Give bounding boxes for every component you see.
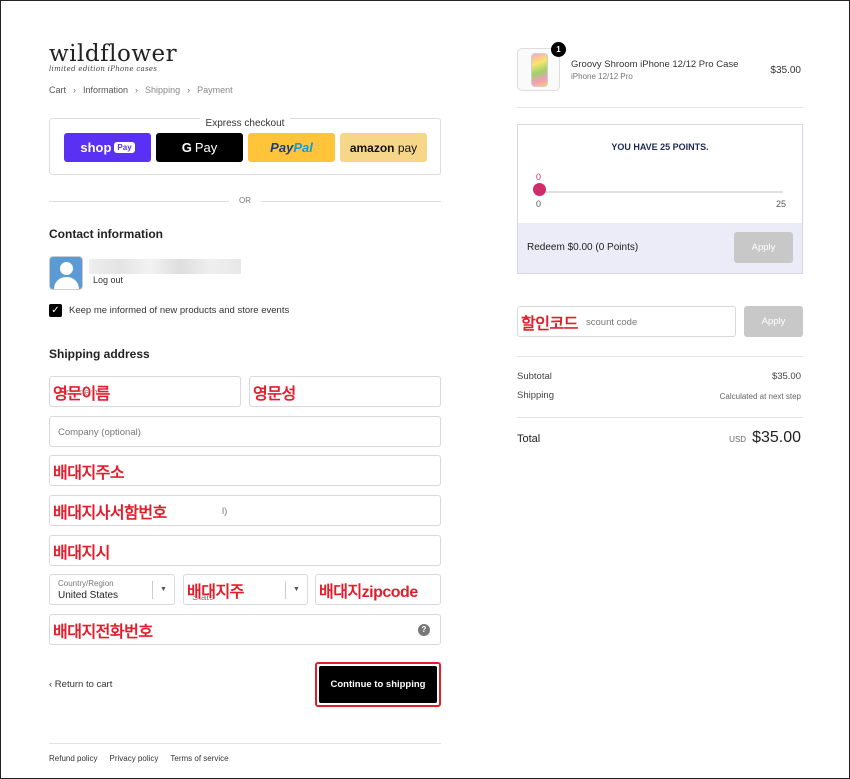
logout-link[interactable]: Log out [93,275,123,285]
product-thumbnail: 1 [517,42,566,91]
footer-links: Refund policy Privacy policy Terms of se… [49,754,229,763]
last-name-annotation: 영문성 [253,386,297,404]
zip-annotation: 배대지zipcode [319,584,419,602]
shipping-label: Shipping [517,390,554,401]
amazon-logo: amazon [349,140,395,155]
blurred-email [89,259,241,274]
total: USD $35.00 [729,429,801,447]
apartment-annotation: 배대지사서함번호 [53,505,168,523]
zip-field[interactable]: 배대지zipcode [315,574,441,605]
chevron-down-icon: ▼ [152,581,174,599]
state-select[interactable]: State 배대지주 ▼ [183,574,308,605]
paypal-button[interactable]: Pay Pal [248,133,335,162]
redeem-apply-button[interactable]: Apply [734,232,793,263]
continue-to-shipping-button[interactable]: Continue to shipping [319,666,437,703]
company-placeholder: Company (optional) [58,427,141,438]
refund-policy-link[interactable]: Refund policy [49,754,97,763]
newsletter-label: Keep me informed of new products and sto… [69,305,290,316]
google-g-icon: G [181,140,192,155]
contact-title: Contact information [49,227,163,241]
continue-button-highlight: Continue to shipping [315,662,441,707]
quantity-badge: 1 [551,42,566,57]
address-annotation: 배대지주소 [52,465,125,483]
or-label: OR [239,196,251,205]
slider-max: 25 [775,199,786,209]
company-field[interactable]: Company (optional) [49,416,441,447]
country-select[interactable]: Country/Region United States ▼ [49,574,175,605]
breadcrumb-cart[interactable]: Cart [49,85,66,95]
discount-code-field[interactable]: scount code 할인코드 [517,306,736,337]
points-slider-handle[interactable] [533,183,546,196]
privacy-policy-link[interactable]: Privacy policy [109,754,158,763]
points-slider-track[interactable] [540,191,783,193]
chevron-down-icon: ▼ [285,581,307,599]
subtotal-label: Subtotal [517,371,552,382]
express-checkout-title: Express checkout [199,118,291,129]
total-value: $35.00 [752,429,801,446]
discount-apply-button[interactable]: Apply [744,306,803,337]
product-title: Groovy Shroom iPhone 12/12 Pro Case [571,59,739,70]
breadcrumb-payment: Payment [197,85,233,95]
newsletter-checkbox[interactable]: ✓ [49,304,62,317]
last-name-field[interactable]: 영문성 [249,376,441,407]
avatar [49,256,83,290]
shipping-title: Shipping address [49,347,150,361]
return-to-cart-link[interactable]: ‹ Return to cart [49,679,112,690]
checkout-page: wildflower limited edition iPhone cases … [0,0,850,779]
breadcrumb: Cart › Information › Shipping › Payment [49,85,233,95]
phone-annotation: 배대지전화번호 [53,624,154,642]
or-divider: OR [49,196,441,206]
product-variant: iPhone 12/12 Pro [571,72,633,81]
state-annotation: 배대지주 [187,584,245,602]
total-label: Total [517,433,541,445]
first-name-annotation: 영문이름 [53,386,111,404]
points-title: YOU HAVE 25 POINTS. [611,142,709,152]
total-currency: USD [729,435,747,444]
first-name-field[interactable]: First name 영문이름 [49,376,241,407]
chevron-right-icon: › [135,85,139,95]
google-pay-label: Pay [194,140,218,155]
product-price: $35.00 [770,65,801,76]
apartment-field[interactable]: l) 배대지사서함번호 [49,495,441,526]
redeem-text: Redeem $0.00 (0 Points) [527,242,639,253]
discount-annotation: 할인코드 [521,316,579,334]
country-label: Country/Region [58,579,114,588]
discount-placeholder: scount code [586,317,638,328]
chevron-right-icon: › [73,85,77,95]
express-checkout: Express checkout shop Pay G Pay Pay Pal ama… [49,118,441,175]
shop-pay-logo: shop [80,140,112,155]
amazon-pay-label: pay [394,140,418,155]
brand-logo[interactable]: wildflower limited edition iPhone cases [49,41,177,73]
redeem-bar: Redeem $0.00 (0 Points) Apply [518,223,802,273]
terms-of-service-link[interactable]: Terms of service [170,754,228,763]
city-annotation: 배대지시 [53,545,111,563]
help-icon[interactable]: ? [418,624,430,636]
shop-pay-button[interactable]: shop Pay [64,133,151,162]
subtotal-value: $35.00 [771,371,801,382]
shop-pay-chip: Pay [114,142,135,153]
slider-current-value: 0 [536,172,542,182]
address-field[interactable]: 배대지주소 [49,455,441,486]
apartment-placeholder: l) [222,506,228,517]
loyalty-points-widget: YOU HAVE 25 POINTS. 0 0 25 Redeem $0.00 … [517,124,803,274]
phone-field[interactable]: 배대지전화번호 ? [49,614,441,645]
brand-name: wildflower [49,41,178,67]
city-field[interactable]: 배대지시 [49,535,441,566]
paypal-logo-part1: Pay [270,140,294,155]
breadcrumb-shipping: Shipping [145,85,181,95]
breadcrumb-information: Information [83,85,129,95]
shipping-value: Calculated at next step [719,392,801,401]
amazon-pay-button[interactable]: amazon pay [340,133,427,162]
paypal-logo-part2: Pal [293,140,313,155]
country-value: United States [58,590,119,601]
chevron-right-icon: › [187,85,191,95]
slider-min: 0 [536,199,542,209]
google-pay-button[interactable]: G Pay [156,133,243,162]
